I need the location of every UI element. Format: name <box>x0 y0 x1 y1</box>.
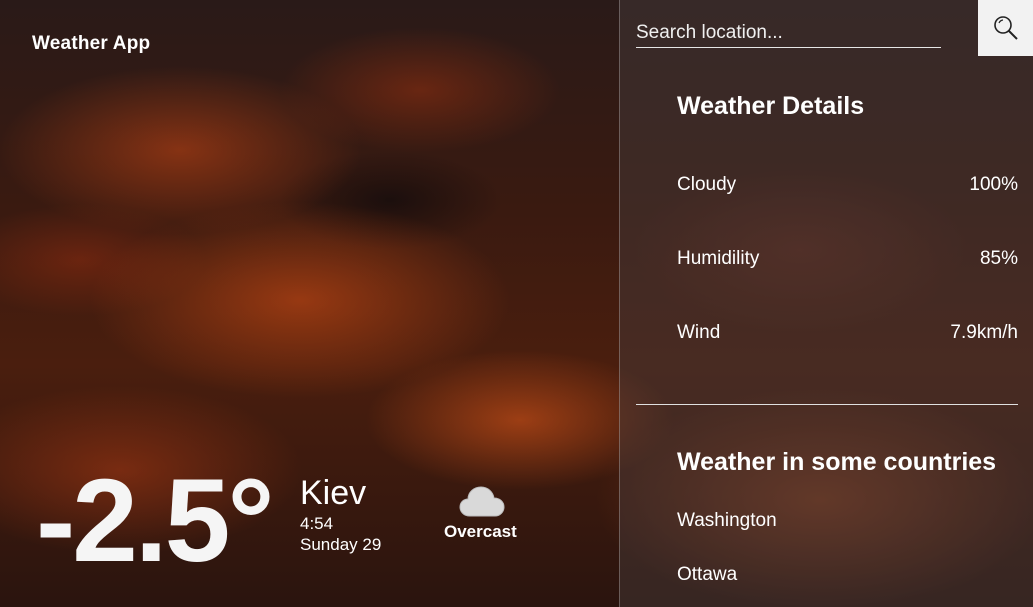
condition-label: Overcast <box>444 522 517 541</box>
section-divider <box>636 404 1018 405</box>
country-item-ottawa[interactable]: Ottawa <box>677 564 737 586</box>
detail-label: Wind <box>677 322 721 343</box>
city-name: Kiev <box>300 474 367 512</box>
detail-label: Cloudy <box>677 174 737 195</box>
app-title: Weather App <box>32 33 151 54</box>
cloud-icon <box>459 486 505 517</box>
detail-label: Humidility <box>677 248 760 269</box>
search-button[interactable] <box>978 0 1033 56</box>
detail-value: 100% <box>969 174 1018 195</box>
detail-row-wind: Wind 7.9km/h <box>677 322 1018 344</box>
side-panel: Weather Details Cloudy 100% Humidility 8… <box>619 0 1033 607</box>
detail-value: 85% <box>979 248 1018 269</box>
detail-row-humidity: Humidility 85% <box>677 248 1018 270</box>
search-input[interactable] <box>636 18 941 48</box>
location-block: Kiev 4:54 Sunday 29 <box>300 473 381 555</box>
weather-details-title: Weather Details <box>677 92 865 120</box>
search-icon <box>994 16 1018 40</box>
local-time: 4:54 <box>300 514 334 533</box>
country-item-washington[interactable]: Washington <box>677 510 777 532</box>
countries-title: Weather in some countries <box>677 448 997 476</box>
temperature-value: -2.5° <box>36 455 275 587</box>
condition-block: Overcast <box>444 484 520 542</box>
detail-value: 7.9km/h <box>950 322 1018 343</box>
local-date: Sunday 29 <box>300 535 382 554</box>
detail-row-cloudy: Cloudy 100% <box>677 174 1018 196</box>
